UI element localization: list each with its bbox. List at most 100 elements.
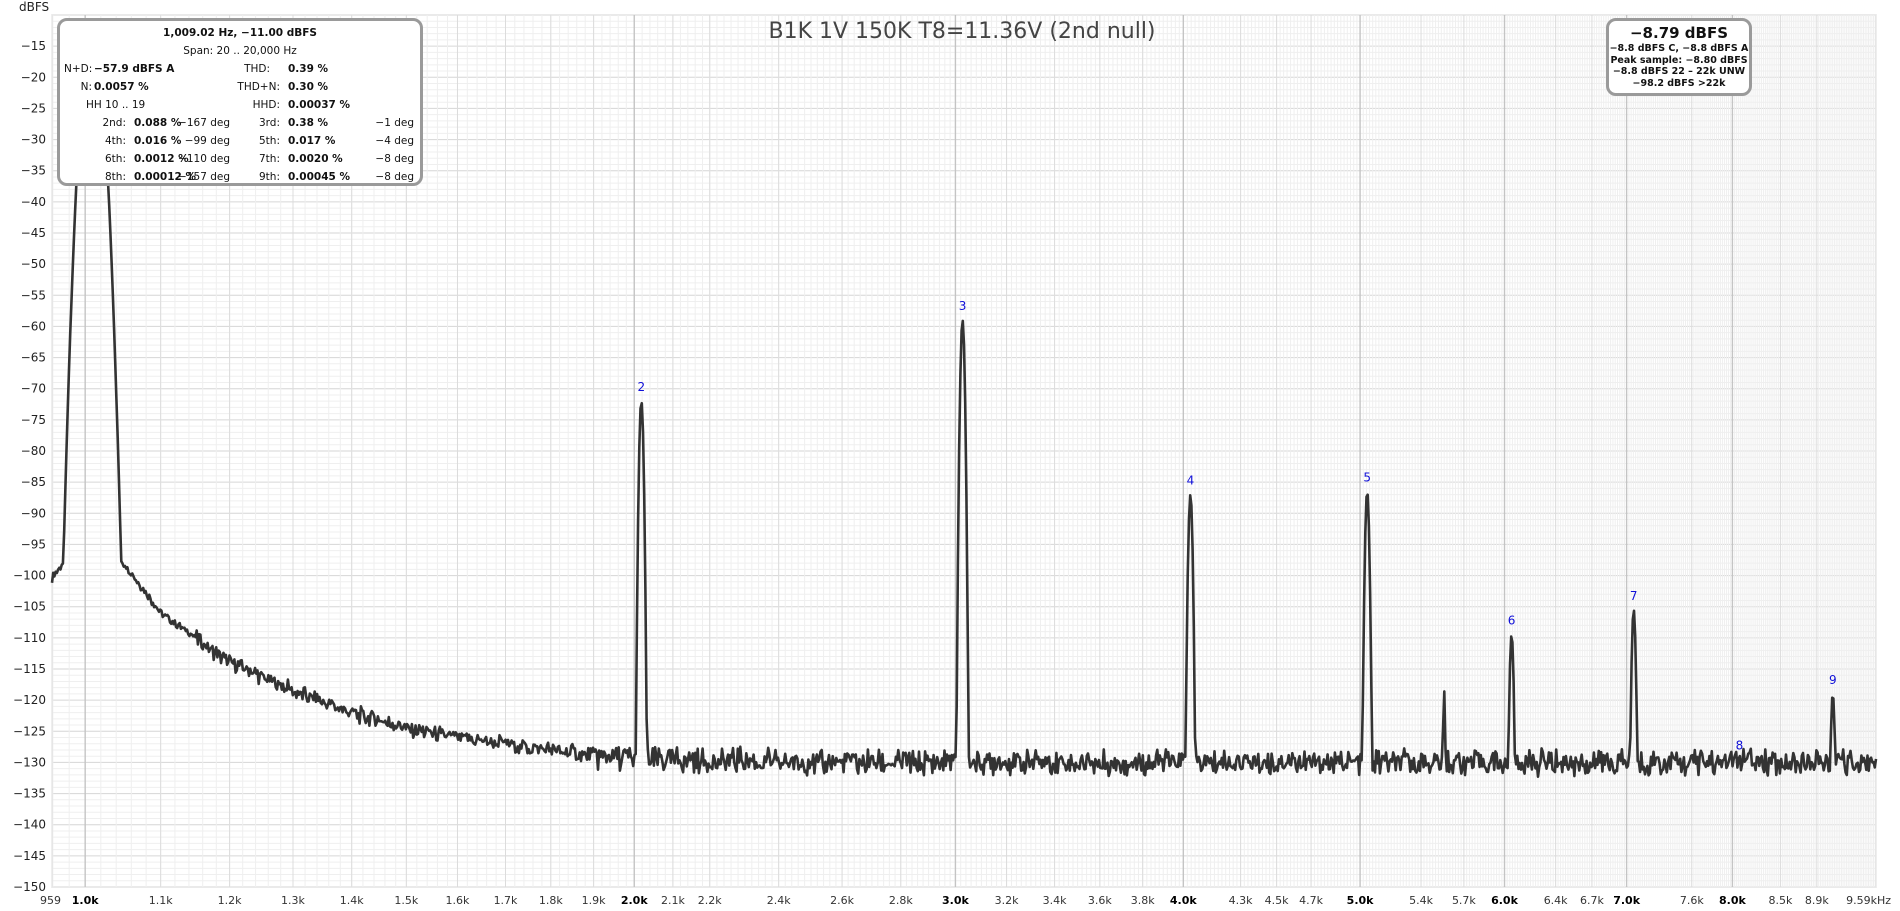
harmonic-row: 6th: 0.0012 % −110 deg 7th: 0.0020 % −8 deg: [60, 150, 420, 168]
x-tick-label: 3.2k: [995, 894, 1019, 907]
x-tick-label: 1.2k: [218, 894, 242, 907]
x-tick-label: 2.0k: [621, 894, 648, 907]
harmonic-phase: −167 deg: [178, 117, 230, 129]
x-tick-label: 2.8k: [889, 894, 913, 907]
x-tick-label: 8.5k: [1768, 894, 1792, 907]
y-tick-label: −65: [21, 351, 46, 365]
y-tick-label: −135: [13, 787, 46, 801]
x-tick-label: 2.6k: [830, 894, 854, 907]
thd-value: 0.39 %: [288, 63, 329, 75]
y-tick-label: −25: [21, 101, 46, 115]
x-tick-label: 2.2k: [698, 894, 722, 907]
y-tick-label: −145: [13, 849, 46, 863]
level-line-2: Peak sample: −8.80 dBFS: [1610, 54, 1748, 66]
level-line-4: −98.2 dBFS >22k: [1632, 77, 1726, 89]
y-tick-label: −30: [21, 133, 46, 147]
y-tick-label: −80: [21, 444, 46, 458]
harmonic-marker-label: 7: [1630, 589, 1638, 603]
harmonic-phase: −157 deg: [178, 171, 230, 183]
x-tick-label: 1.6k: [446, 894, 470, 907]
harmonic-label: 8th:: [105, 171, 126, 183]
harmonic-label: 6th:: [105, 153, 126, 165]
harmonic-row: 8th: 0.00012 % −157 deg 9th: 0.00045 % −8 deg: [60, 168, 420, 186]
y-tick-label: −85: [21, 475, 46, 489]
x-tick-label: 7.6k: [1680, 894, 1704, 907]
harmonic-label: 3rd:: [258, 117, 280, 129]
x-tick-label: 1.5k: [394, 894, 418, 907]
x-tick-label: 6.7k: [1580, 894, 1604, 907]
x-tick-label: 6.0k: [1491, 894, 1518, 907]
y-tick-label: −105: [13, 600, 46, 614]
harmonic-marker-label: 6: [1508, 614, 1516, 628]
harmonic-label: 9th:: [259, 171, 280, 183]
y-tick-label: −60: [21, 319, 46, 333]
x-tick-label: 1.0k: [72, 894, 99, 907]
nd-value: −57.9 dBFS A: [94, 63, 175, 75]
x-tick-label: 8.0k: [1719, 894, 1746, 907]
x-tick-label: 2.4k: [767, 894, 791, 907]
harmonic-phase: −1 deg: [375, 117, 414, 129]
level-line-1: −8.8 dBFS C, −8.8 dBFS A: [1609, 43, 1749, 54]
x-tick-label: 3.4k: [1043, 894, 1067, 907]
y-tick-label: −125: [13, 724, 46, 738]
harmonic-value: 0.0020 %: [288, 153, 343, 165]
harmonic-phase: −8 deg: [375, 171, 414, 183]
x-tick-label: 1.4k: [340, 894, 364, 907]
y-tick-label: −90: [21, 506, 46, 520]
x-tick-label: 959: [40, 894, 61, 907]
thd-label: THD:: [244, 63, 270, 75]
x-tick-label: 6.4k: [1544, 894, 1568, 907]
harmonic-marker-label: 5: [1363, 470, 1371, 484]
harmonic-table: 2nd: 0.088 % −167 deg 3rd: 0.38 % −1 deg 4th: 0…: [60, 114, 420, 186]
y-tick-label: −50: [21, 257, 46, 271]
level-main: −8.79 dBFS: [1629, 24, 1729, 42]
y-tick-label: −40: [21, 195, 46, 209]
x-tick-label: 1.3k: [281, 894, 305, 907]
harmonic-marker-label: 2: [638, 380, 646, 394]
x-tick-label: 9.59kHz: [1846, 894, 1891, 907]
x-tick-label: 7.0k: [1613, 894, 1640, 907]
hh-range: HH 10 .. 19: [86, 99, 146, 111]
x-tick-label: 4.3k: [1229, 894, 1253, 907]
level-readout-panel: −8.79 dBFS −8.8 dBFS C, −8.8 dBFS A Peak…: [1606, 18, 1752, 96]
y-tick-label: −130: [13, 755, 46, 769]
harmonic-row: 2nd: 0.088 % −167 deg 3rd: 0.38 % −1 deg: [60, 114, 420, 132]
harmonic-phase: −110 deg: [178, 153, 230, 165]
harmonic-label: 4th:: [105, 135, 126, 147]
x-tick-label: 8.9k: [1805, 894, 1829, 907]
harmonic-value: 0.016 %: [134, 135, 182, 147]
x-tick-label: 5.7k: [1452, 894, 1476, 907]
y-axis: −15 −20 −25 −30 −35 −40 −45 −50 −55 −60 −65 −70 −75 −…: [13, 39, 46, 894]
harmonic-marker-label: 9: [1829, 673, 1837, 687]
hhd-label: HHD:: [252, 99, 280, 111]
y-tick-label: −35: [21, 164, 46, 178]
harmonic-marker-label: 8: [1736, 738, 1744, 752]
harmonic-label: 2nd:: [102, 117, 126, 129]
harmonic-marker-label: 4: [1187, 474, 1195, 488]
x-tick-label: 4.5k: [1265, 894, 1289, 907]
hhd-value: 0.00037 %: [288, 99, 351, 111]
harmonic-row: 4th: 0.016 % −99 deg 5th: 0.017 % −4 deg: [60, 132, 420, 150]
harmonic-value: 0.017 %: [288, 135, 336, 147]
x-axis: 959 1.0k 1.1k 1.2k 1.3k 1.4k 1.5k 1.6k 1.7k 1.8k 1…: [40, 894, 1891, 907]
x-tick-label: 5.0k: [1347, 894, 1374, 907]
harmonic-label: 7th:: [259, 153, 280, 165]
y-tick-label: −120: [13, 693, 46, 707]
x-tick-label: 4.7k: [1299, 894, 1323, 907]
x-tick-label: 3.8k: [1131, 894, 1155, 907]
y-tick-label: −20: [21, 70, 46, 84]
x-tick-label: 1.8k: [539, 894, 563, 907]
distortion-stats-panel: 1,009.02 Hz, −11.00 dBFS Span: 20 .. 20,…: [57, 18, 423, 186]
span-readout: Span: 20 .. 20,000 Hz: [183, 45, 297, 57]
harmonic-marker-label: 3: [959, 299, 967, 313]
chart-title: B1K 1V 150K T8=11.36V (2nd null): [768, 19, 1155, 44]
x-tick-label: 3.6k: [1088, 894, 1112, 907]
thdn-value: 0.30 %: [288, 81, 329, 93]
n-label: N:: [80, 81, 92, 93]
n-value: 0.0057 %: [94, 81, 149, 93]
y-tick-label: −45: [21, 226, 46, 240]
y-tick-label: −55: [21, 288, 46, 302]
harmonic-phase: −4 deg: [375, 135, 414, 147]
harmonic-phase: −8 deg: [375, 153, 414, 165]
x-tick-label: 5.4k: [1409, 894, 1433, 907]
